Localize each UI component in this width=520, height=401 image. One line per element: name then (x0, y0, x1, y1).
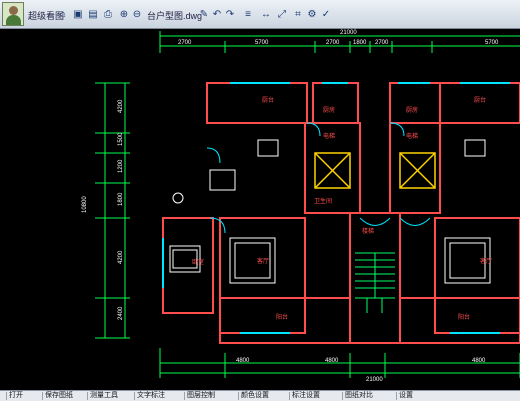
dim-top-seg-1: 5700 (255, 40, 269, 46)
bottom-button-8[interactable]: 设置 (396, 392, 415, 400)
dim-bottom-seg-2: 4800 (472, 358, 486, 364)
room-8: 阳台 (458, 313, 470, 321)
cad-canvas[interactable]: 21000 2700 5700 2700 1800 2700 5700 2100… (0, 28, 520, 390)
furniture (169, 139, 491, 284)
dim-top-seg-5: 5700 (485, 40, 499, 46)
avatar[interactable] (2, 2, 24, 26)
room-12: 楼梯 (362, 227, 374, 235)
save-icon[interactable]: ▤ (87, 9, 99, 21)
bottom-button-4[interactable]: 图层控制 (184, 392, 217, 400)
room-1: 厨房 (323, 106, 335, 114)
home-icon[interactable]: ⌂ (57, 9, 69, 21)
bottom-button-7[interactable]: 图纸对比 (342, 392, 375, 400)
help-icon[interactable]: ✓ (320, 9, 332, 21)
elevators (314, 152, 436, 189)
dim-left-seg-2: 1200 (118, 159, 124, 173)
dim-bottom-total: 21000 (366, 377, 383, 383)
open-icon[interactable]: ▣ (72, 9, 84, 21)
bottom-button-0[interactable]: 打开 (6, 392, 25, 400)
dim-bottom-seg-1: 4800 (325, 358, 339, 364)
pen-icon[interactable]: ✎ (198, 9, 210, 21)
dim-top-seg-0: 2700 (178, 40, 192, 46)
dim-left-seg-1: 1500 (118, 132, 124, 146)
dim-left-total: 10800 (82, 196, 88, 213)
room-2: 厨房 (406, 106, 418, 114)
print-icon[interactable]: ⎙ (102, 9, 114, 21)
dim-left-seg-5: 2400 (118, 306, 124, 320)
room-labels: 厨台 厨房 厨房 厨台 客厅 客厅 卧室 阳台 阳台 卫生间 电梯 电梯 楼梯 (192, 96, 492, 321)
measure-icon[interactable]: ↔ (260, 9, 272, 21)
settings-icon[interactable]: ⚙ (306, 9, 318, 21)
dim-top-seg-4: 2700 (375, 40, 389, 46)
dim-left-seg-3: 1800 (118, 192, 124, 206)
bottom-button-6[interactable]: 标注设置 (289, 392, 322, 400)
bottom-button-3[interactable]: 文字标注 (134, 392, 167, 400)
undo-icon[interactable]: ↶ (211, 9, 223, 21)
dim-left-seg-4: 4200 (118, 250, 124, 264)
bottom-button-5[interactable]: 颜色设置 (238, 392, 271, 400)
full-screen-icon[interactable]: ⤢ (276, 9, 288, 21)
dim-top-seg-3: 1800 (353, 40, 367, 46)
room-9: 卫生间 (314, 197, 332, 205)
ruler-icon[interactable]: ⌗ (292, 9, 304, 21)
doors (206, 122, 431, 234)
top-toolbar: 超级看图 ⌂ ▣ ▤ ⎙ ⊕ ⊖ 台户型图.dwg ✎ ↶ ↷ ≡ ↔ ⤢ ⌗ … (0, 0, 520, 29)
room-3: 厨台 (474, 96, 486, 104)
dim-top-seg-2: 2700 (326, 40, 340, 46)
zoom-in-icon[interactable]: ⊕ (118, 9, 130, 21)
windows (162, 82, 510, 334)
dim-top-total: 21000 (340, 30, 357, 36)
room-5: 客厅 (480, 257, 492, 265)
zoom-out-icon[interactable]: ⊖ (131, 9, 143, 21)
room-10: 电梯 (323, 132, 335, 140)
layer-icon[interactable]: ≡ (242, 9, 254, 21)
stairs (355, 252, 395, 313)
bottom-button-2[interactable]: 测量工具 (87, 392, 120, 400)
bottom-button-1[interactable]: 保存图纸 (42, 392, 75, 400)
room-0: 厨台 (262, 96, 274, 104)
floor-plan-svg: 21000 2700 5700 2700 1800 2700 5700 2100… (82, 30, 520, 383)
room-7: 阳台 (276, 313, 288, 321)
room-6: 卧室 (192, 258, 204, 266)
walls (162, 82, 520, 344)
dim-bottom-seg-0: 4800 (236, 358, 250, 364)
file-name: 台户型图.dwg (147, 11, 203, 21)
redo-icon[interactable]: ↷ (224, 9, 236, 21)
room-11: 电梯 (406, 132, 418, 140)
room-4: 客厅 (257, 257, 269, 265)
bottom-toolbar: 打开 保存图纸 测量工具 文字标注 图层控制 颜色设置 标注设置 图纸对比 设置 (0, 390, 520, 401)
dim-left-seg-0: 4200 (118, 99, 124, 113)
